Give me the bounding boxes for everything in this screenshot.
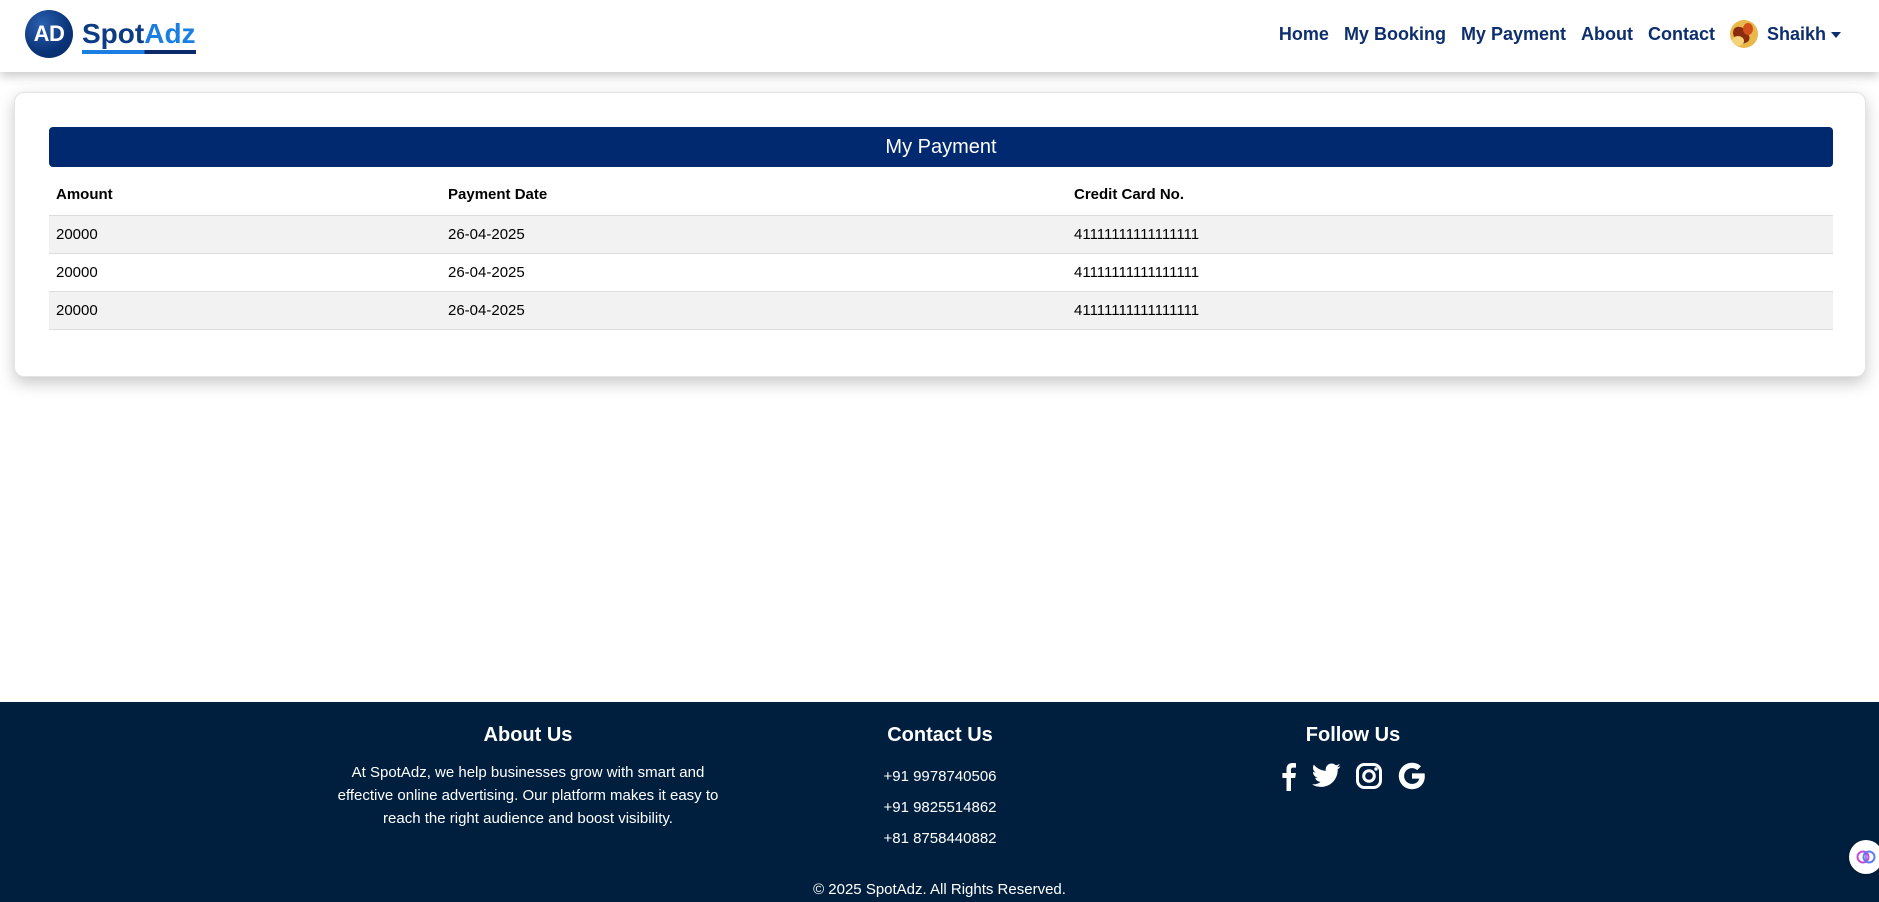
cell-amount: 20000 [49,215,441,254]
user-menu[interactable]: Shaikh [1729,20,1841,48]
footer-about: About Us At SpotAdz, we help businesses … [328,724,728,830]
footer-contact: Contact Us +91 9978740506 +91 9825514862… [840,724,1040,854]
footer-follow-title: Follow Us [1305,724,1401,746]
navbar: AD SpotAdz Home My Booking My Payment Ab… [0,0,1879,72]
column-header-payment-date: Payment Date [441,175,1067,216]
footer-about-text: At SpotAdz, we help businesses grow with… [337,764,719,827]
social-links [1253,761,1453,791]
caret-down-icon [1831,32,1841,38]
footer-about-title: About Us [483,724,573,746]
twitter-icon[interactable] [1311,763,1341,789]
nav-about[interactable]: About [1581,24,1633,45]
cell-card-number: 41111111111111111 [1067,253,1833,292]
cell-amount: 20000 [49,253,441,292]
brand-logo[interactable]: AD SpotAdz [25,10,196,58]
cell-payment-date: 26-04-2025 [441,253,1067,292]
column-header-card-number: Credit Card No. [1067,175,1833,216]
phone-link[interactable]: +91 9978740506 [840,761,1040,792]
table-row: 20000 26-04-2025 41111111111111111 [49,291,1833,330]
user-name: Shaikh [1766,23,1826,44]
cell-payment-date: 26-04-2025 [441,291,1067,330]
nav-my-payment[interactable]: My Payment [1461,24,1566,45]
cell-payment-date: 26-04-2025 [441,215,1067,254]
brain-icon [1856,850,1876,864]
phone-link[interactable]: +91 9825514862 [840,792,1040,823]
brand-name: SpotAdz [82,18,196,54]
brand-name-spot: Spot [82,18,145,49]
table-header-row: Amount Payment Date Credit Card No. [49,175,1833,216]
payment-table: Amount Payment Date Credit Card No. 2000… [49,175,1833,330]
column-header-amount: Amount [49,175,441,216]
google-icon[interactable] [1397,761,1427,791]
logo-badge-text: AD [33,21,65,46]
avatar [1729,20,1758,48]
facebook-icon[interactable] [1279,761,1297,791]
footer: About Us At SpotAdz, we help businesses … [0,702,1879,902]
cell-amount: 20000 [49,291,441,330]
brand-name-adz: Adz [144,18,196,49]
nav-my-booking[interactable]: My Booking [1344,24,1446,45]
footer-contact-title: Contact Us [887,724,993,746]
cell-card-number: 41111111111111111 [1067,291,1833,330]
table-row: 20000 26-04-2025 41111111111111111 [49,215,1833,254]
nav-contact[interactable]: Contact [1648,24,1715,45]
logo-badge: AD [25,10,73,58]
nav-links: Home My Booking My Payment About Contact… [1264,20,1841,48]
footer-follow: Follow Us [1253,724,1453,791]
phone-link[interactable]: +81 8758440882 [840,823,1040,854]
instagram-icon[interactable] [1355,762,1383,790]
assistant-widget-button[interactable] [1849,840,1879,874]
card-title: My Payment [49,127,1833,167]
cell-card-number: 41111111111111111 [1067,215,1833,254]
copyright: © 2025 SpotAdz. All Rights Reserved. [813,881,1066,898]
table-row: 20000 26-04-2025 41111111111111111 [49,253,1833,292]
payment-card: My Payment Amount Payment Date Credit Ca… [14,92,1866,377]
nav-home[interactable]: Home [1279,24,1329,45]
brand-underline [82,50,196,54]
